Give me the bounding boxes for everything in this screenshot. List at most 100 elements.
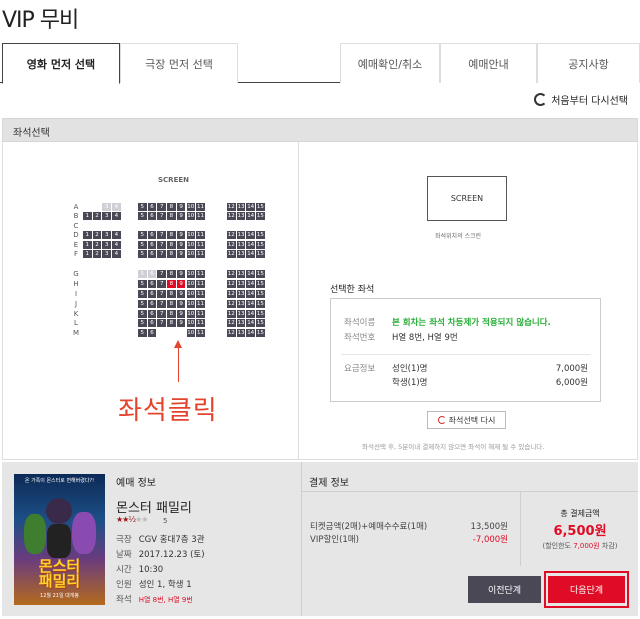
seat-G13[interactable]: 13 xyxy=(236,270,246,278)
seat-D9[interactable]: 9 xyxy=(176,231,186,239)
seat-A7[interactable]: 7 xyxy=(157,203,166,211)
seat-B4[interactable]: 4 xyxy=(112,212,121,220)
seat-B13[interactable]: 13 xyxy=(236,212,246,220)
seat-I5[interactable]: 5 xyxy=(138,290,147,298)
seat-I10[interactable]: 10 xyxy=(186,290,196,298)
seat-K14[interactable]: 14 xyxy=(246,310,255,318)
seat-J10[interactable]: 10 xyxy=(186,300,196,308)
seat-B14[interactable]: 14 xyxy=(246,212,255,220)
seat-B12[interactable]: 12 xyxy=(227,212,236,220)
seat-E13[interactable]: 13 xyxy=(236,241,246,249)
tab-booking-guide[interactable]: 예매안내 xyxy=(440,43,537,83)
seat-E15[interactable]: 15 xyxy=(256,241,265,249)
seat-D10[interactable]: 10 xyxy=(186,231,196,239)
seat-J12[interactable]: 12 xyxy=(227,300,236,308)
seat-F5[interactable]: 5 xyxy=(138,250,147,258)
seat-E5[interactable]: 5 xyxy=(138,241,147,249)
seat-K7[interactable]: 7 xyxy=(157,310,166,318)
seat-H6[interactable]: 6 xyxy=(147,280,157,288)
seat-A6[interactable]: 6 xyxy=(147,203,157,211)
seat-G12[interactable]: 12 xyxy=(227,270,236,278)
seat-A8[interactable]: 8 xyxy=(167,203,176,211)
seat-F3[interactable]: 3 xyxy=(102,250,111,258)
seat-F10[interactable]: 10 xyxy=(186,250,196,258)
seat-M13[interactable]: 13 xyxy=(236,329,246,337)
seat-M14[interactable]: 14 xyxy=(246,329,255,337)
tab-notice[interactable]: 공지사항 xyxy=(537,43,640,83)
seat-E7[interactable]: 7 xyxy=(157,241,166,249)
seat-F4[interactable]: 4 xyxy=(112,250,121,258)
next-step-button[interactable]: 다음단계 xyxy=(548,576,625,603)
seat-J8[interactable]: 8 xyxy=(167,300,176,308)
seat-D1[interactable]: 1 xyxy=(83,231,92,239)
seat-F7[interactable]: 7 xyxy=(157,250,166,258)
seat-F1[interactable]: 1 xyxy=(83,250,92,258)
seat-D13[interactable]: 13 xyxy=(236,231,246,239)
seat-J14[interactable]: 14 xyxy=(246,300,255,308)
seat-J11[interactable]: 11 xyxy=(196,300,205,308)
seat-I15[interactable]: 15 xyxy=(256,290,265,298)
seat-L14[interactable]: 14 xyxy=(246,319,255,327)
seat-D5[interactable]: 5 xyxy=(138,231,147,239)
seat-K10[interactable]: 10 xyxy=(186,310,196,318)
seat-K13[interactable]: 13 xyxy=(236,310,246,318)
seat-L6[interactable]: 6 xyxy=(147,319,157,327)
seat-I9[interactable]: 9 xyxy=(176,290,186,298)
tab-reservation-check[interactable]: 예매확인/취소 xyxy=(340,43,440,83)
seat-E14[interactable]: 14 xyxy=(246,241,255,249)
seat-B15[interactable]: 15 xyxy=(256,212,265,220)
seat-G8[interactable]: 8 xyxy=(167,270,176,278)
seat-K5[interactable]: 5 xyxy=(138,310,147,318)
seat-I11[interactable]: 11 xyxy=(196,290,205,298)
tab-theater-first[interactable]: 극장 먼저 선택 xyxy=(120,43,238,83)
seat-D2[interactable]: 2 xyxy=(92,231,102,239)
seat-J7[interactable]: 7 xyxy=(157,300,166,308)
seat-A13[interactable]: 13 xyxy=(236,203,246,211)
seat-H12[interactable]: 12 xyxy=(227,280,236,288)
seat-H11[interactable]: 11 xyxy=(196,280,205,288)
seat-E11[interactable]: 11 xyxy=(196,241,205,249)
seat-A15[interactable]: 15 xyxy=(256,203,265,211)
seat-J6[interactable]: 6 xyxy=(147,300,157,308)
seat-B8[interactable]: 8 xyxy=(167,212,176,220)
seat-E9[interactable]: 9 xyxy=(176,241,186,249)
seat-F8[interactable]: 8 xyxy=(167,250,176,258)
seat-I13[interactable]: 13 xyxy=(236,290,246,298)
seat-I6[interactable]: 6 xyxy=(147,290,157,298)
seat-J5[interactable]: 5 xyxy=(138,300,147,308)
seat-F2[interactable]: 2 xyxy=(92,250,102,258)
seat-H8[interactable]: 8 xyxy=(167,280,176,288)
seat-F13[interactable]: 13 xyxy=(236,250,246,258)
seat-G6[interactable]: 6 xyxy=(147,270,157,278)
seat-I8[interactable]: 8 xyxy=(167,290,176,298)
seat-E4[interactable]: 4 xyxy=(112,241,121,249)
seat-L8[interactable]: 8 xyxy=(167,319,176,327)
seat-G14[interactable]: 14 xyxy=(246,270,255,278)
seat-G9[interactable]: 9 xyxy=(176,270,186,278)
seat-D8[interactable]: 8 xyxy=(167,231,176,239)
seat-L10[interactable]: 10 xyxy=(186,319,196,327)
prev-step-button[interactable]: 이전단계 xyxy=(468,576,541,603)
seat-L12[interactable]: 12 xyxy=(227,319,236,327)
seat-F11[interactable]: 11 xyxy=(196,250,205,258)
seat-M12[interactable]: 12 xyxy=(227,329,236,337)
seat-A14[interactable]: 14 xyxy=(246,203,255,211)
seat-E1[interactable]: 1 xyxy=(83,241,92,249)
seat-F12[interactable]: 12 xyxy=(227,250,236,258)
seat-M5[interactable]: 5 xyxy=(138,329,147,337)
seat-H15[interactable]: 15 xyxy=(256,280,265,288)
seat-L11[interactable]: 11 xyxy=(196,319,205,327)
seat-B2[interactable]: 2 xyxy=(92,212,102,220)
seat-I14[interactable]: 14 xyxy=(246,290,255,298)
seat-L5[interactable]: 5 xyxy=(138,319,147,327)
seat-D11[interactable]: 11 xyxy=(196,231,205,239)
seat-M11[interactable]: 11 xyxy=(196,329,205,337)
seat-A10[interactable]: 10 xyxy=(186,203,196,211)
seat-A4[interactable]: 4 xyxy=(112,203,121,211)
reselect-seats-button[interactable]: 좌석선택 다시 xyxy=(427,411,506,429)
reset-selection-button[interactable]: 처음부터 다시선택 xyxy=(534,92,628,107)
seat-F15[interactable]: 15 xyxy=(256,250,265,258)
seat-B6[interactable]: 6 xyxy=(147,212,157,220)
seat-B7[interactable]: 7 xyxy=(157,212,166,220)
seat-M15[interactable]: 15 xyxy=(256,329,265,337)
